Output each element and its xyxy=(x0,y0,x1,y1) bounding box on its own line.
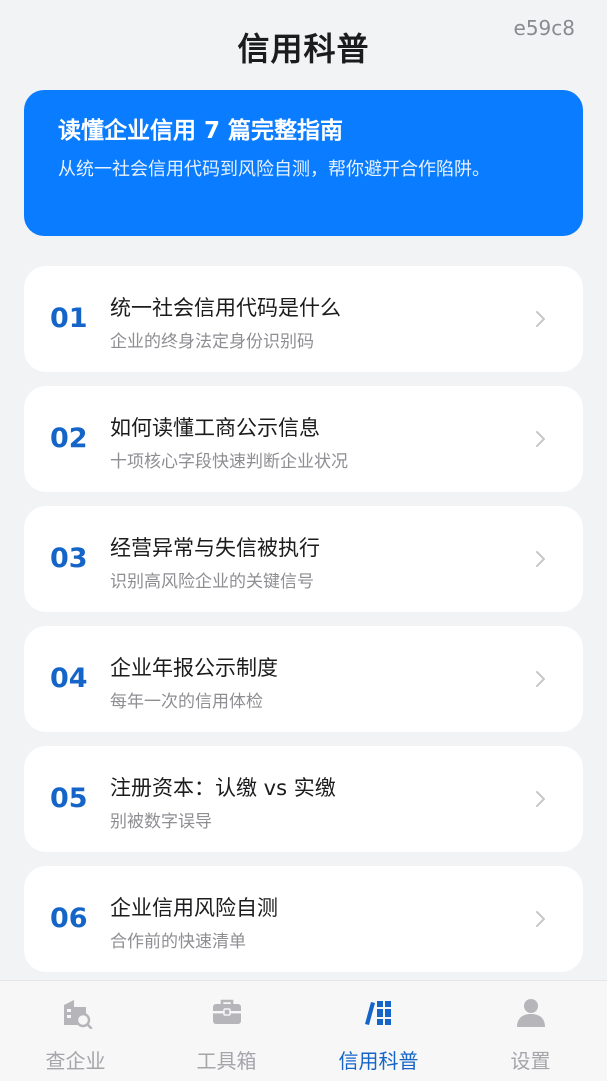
app-screen: 信用科普 e59c8 读懂企业信用 7 篇完整指南 从统一社会信用代码到风险自测… xyxy=(0,0,607,1081)
article-card[interactable]: 02 如何读懂工商公示信息 十项核心字段快速判断企业状况 xyxy=(24,386,583,492)
article-title: 经营异常与失信被执行 xyxy=(110,536,320,560)
article-card[interactable]: 03 经营异常与失信被执行 识别高风险企业的关键信号 xyxy=(24,506,583,612)
chevron-right-icon xyxy=(536,671,545,687)
chevron-right-icon xyxy=(536,791,545,807)
tab-settings[interactable]: 设置 xyxy=(455,981,606,1081)
chevron-right-icon xyxy=(536,551,545,567)
tab-label: 工具箱 xyxy=(196,1049,257,1073)
article-card[interactable]: 06 企业信用风险自测 合作前的快速清单 xyxy=(24,866,583,972)
article-list: 01 统一社会信用代码是什么 企业的终身法定身份识别码 02 如何读懂工商公示信… xyxy=(24,266,583,986)
article-number: 02 xyxy=(50,423,88,454)
tab-label: 查企业 xyxy=(45,1049,106,1073)
chevron-right-icon xyxy=(536,311,545,327)
article-number: 04 xyxy=(50,663,88,694)
article-number: 06 xyxy=(50,903,88,934)
books-icon xyxy=(364,1001,391,1025)
tab-label: 信用科普 xyxy=(338,1049,419,1073)
article-subtitle: 合作前的快速清单 xyxy=(110,932,246,952)
article-title: 企业年报公示制度 xyxy=(110,656,278,680)
article-title: 注册资本：认缴 vs 实缴 xyxy=(110,776,336,800)
article-subtitle: 别被数字误导 xyxy=(110,812,212,832)
chevron-right-icon xyxy=(536,911,545,927)
article-title: 如何读懂工商公示信息 xyxy=(110,416,320,440)
tab-company-search[interactable]: 查企业 xyxy=(0,981,151,1081)
article-subtitle: 每年一次的信用体检 xyxy=(110,692,263,712)
toolbox-icon xyxy=(212,999,241,1024)
article-number: 01 xyxy=(50,303,88,334)
tab-toolbox[interactable]: 工具箱 xyxy=(151,981,302,1081)
bottom-tab-bar: 查企业 工具箱 信用科普 设置 xyxy=(0,980,607,1081)
article-number: 03 xyxy=(50,543,88,574)
article-card[interactable]: 05 注册资本：认缴 vs 实缴 别被数字误导 xyxy=(24,746,583,852)
hero-subtitle: 从统一社会信用代码到风险自测，帮你避开合作陷阱。 xyxy=(58,159,490,180)
corner-code: e59c8 xyxy=(513,16,575,40)
tab-credit-knowledge[interactable]: 信用科普 xyxy=(303,981,454,1081)
article-card[interactable]: 04 企业年报公示制度 每年一次的信用体检 xyxy=(24,626,583,732)
header: 信用科普 e59c8 xyxy=(0,0,607,90)
chevron-right-icon xyxy=(536,431,545,447)
tab-label: 设置 xyxy=(510,1049,551,1073)
hero-title: 读懂企业信用 7 篇完整指南 xyxy=(58,118,344,144)
article-subtitle: 企业的终身法定身份识别码 xyxy=(110,332,314,352)
user-icon xyxy=(516,999,545,1027)
article-subtitle: 识别高风险企业的关键信号 xyxy=(110,572,314,592)
article-title: 企业信用风险自测 xyxy=(110,896,278,920)
company-search-icon xyxy=(63,1000,92,1029)
hero-banner[interactable]: 读懂企业信用 7 篇完整指南 从统一社会信用代码到风险自测，帮你避开合作陷阱。 xyxy=(24,90,583,236)
article-number: 05 xyxy=(50,783,88,814)
article-card[interactable]: 01 统一社会信用代码是什么 企业的终身法定身份识别码 xyxy=(24,266,583,372)
article-title: 统一社会信用代码是什么 xyxy=(110,296,341,320)
article-subtitle: 十项核心字段快速判断企业状况 xyxy=(110,452,348,472)
